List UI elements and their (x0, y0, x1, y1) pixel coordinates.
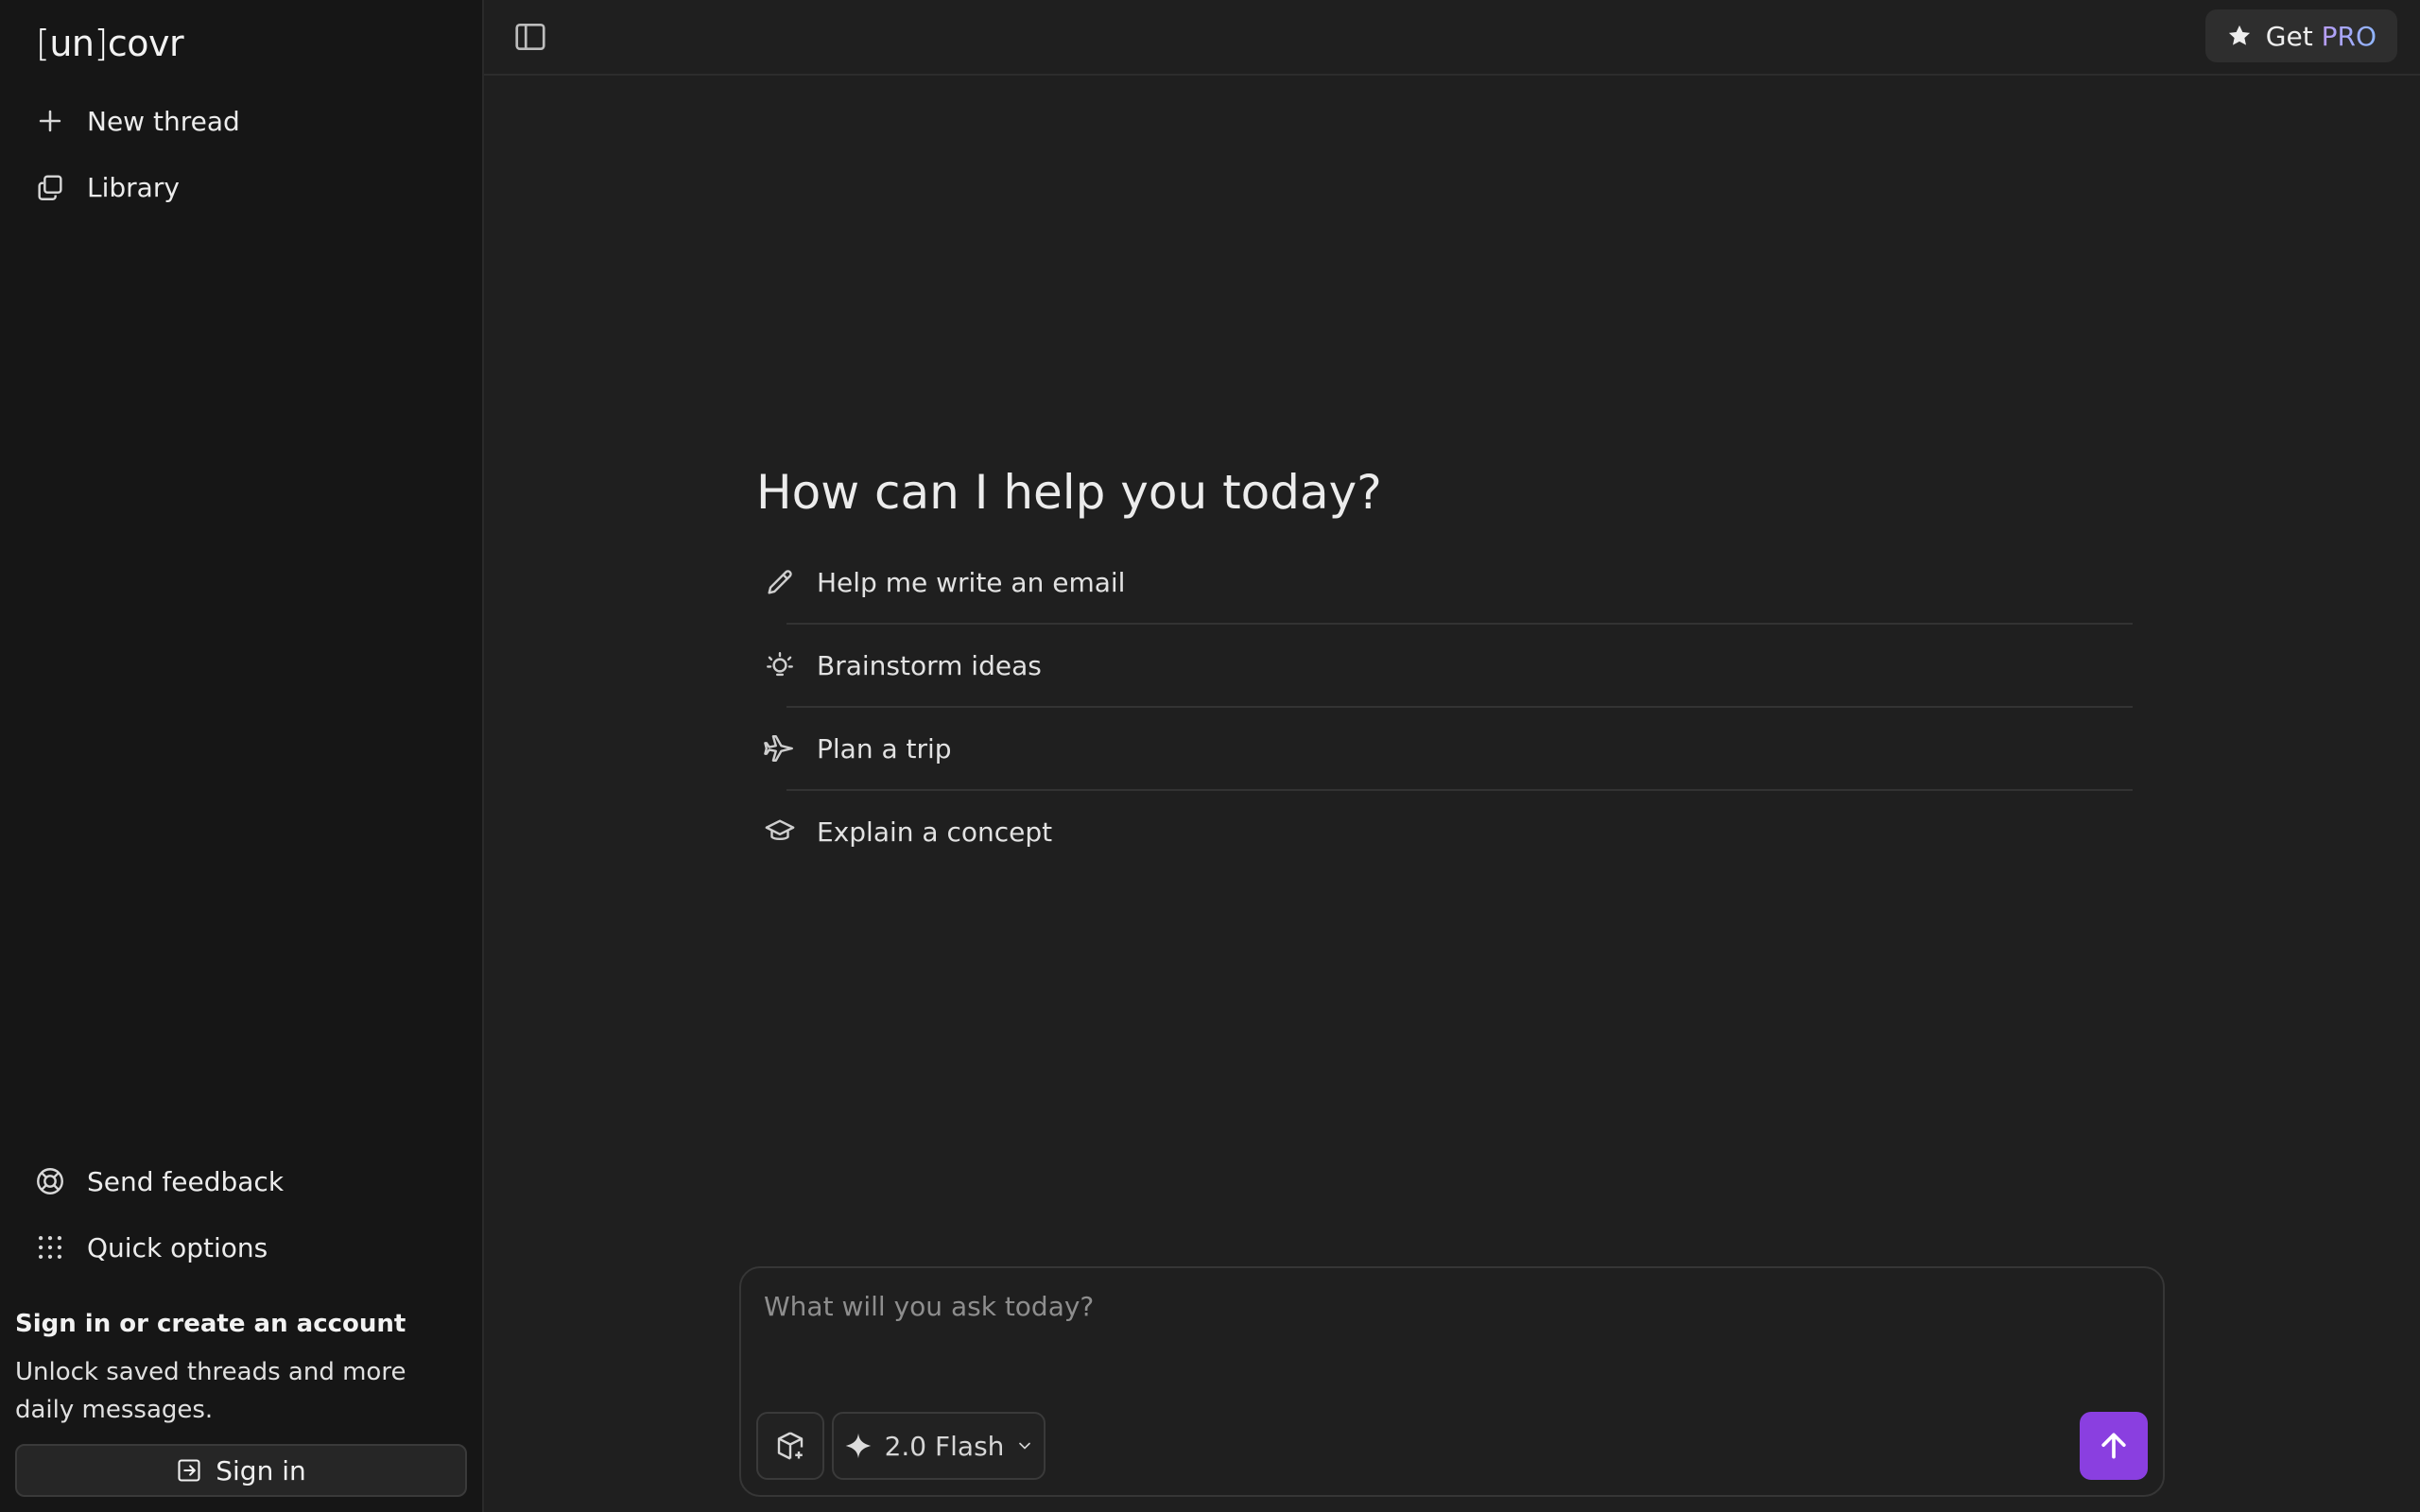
sidebar: [un]covr New thread Library Send feedbac… (0, 0, 484, 1512)
logo-un: un (49, 23, 95, 64)
cube-plus-icon (773, 1429, 807, 1463)
lightbulb-icon (764, 649, 796, 681)
model-selector[interactable]: 2.0 Flash (832, 1412, 1046, 1480)
library-label: Library (87, 171, 180, 203)
get-label: Get (2265, 20, 2313, 52)
suggestion-write-email[interactable]: Help me write an email (756, 541, 2133, 624)
library-icon (34, 171, 66, 203)
sign-in-icon (176, 1457, 202, 1484)
sign-in-label: Sign in (216, 1454, 306, 1486)
plane-icon (764, 732, 796, 765)
send-button[interactable] (2080, 1412, 2148, 1480)
app-logo[interactable]: [un]covr (36, 23, 184, 64)
composer: 2.0 Flash (739, 1266, 2165, 1497)
plus-icon (34, 105, 66, 137)
signin-promo-title: Sign in or create an account (15, 1310, 406, 1338)
new-thread-button[interactable]: New thread (23, 93, 458, 149)
graduation-cap-icon (764, 816, 796, 848)
get-pro-button[interactable]: Get PRO (2204, 9, 2397, 62)
send-feedback-button[interactable]: Send feedback (23, 1153, 458, 1210)
suggestion-label: Brainstorm ideas (817, 649, 1042, 681)
model-label: 2.0 Flash (884, 1430, 1005, 1462)
lifebuoy-icon (34, 1165, 66, 1197)
logo-bracket-open: [ (36, 23, 50, 64)
logo-rest: covr (107, 23, 184, 64)
suggestion-label: Help me write an email (817, 566, 1126, 598)
signin-promo-text: Unlock saved threads and more daily mess… (15, 1358, 406, 1424)
prompt-input[interactable] (762, 1289, 2127, 1397)
grid-dots-icon (34, 1231, 66, 1263)
chevron-down-icon (1015, 1436, 1034, 1455)
suggestion-explain-concept[interactable]: Explain a concept (756, 790, 2133, 873)
sign-in-button[interactable]: Sign in (15, 1444, 467, 1497)
quick-options-button[interactable]: Quick options (23, 1219, 458, 1276)
library-button[interactable]: Library (23, 159, 458, 215)
suggestion-brainstorm[interactable]: Brainstorm ideas (756, 624, 2133, 707)
attach-button[interactable] (756, 1412, 824, 1480)
suggestion-label: Plan a trip (817, 732, 952, 765)
quick-options-label: Quick options (87, 1231, 268, 1263)
sparkle-icon (843, 1431, 873, 1461)
send-feedback-label: Send feedback (87, 1165, 285, 1197)
logo-bracket-close: ] (94, 23, 109, 64)
suggestion-label: Explain a concept (817, 816, 1053, 848)
star-icon (2226, 23, 2253, 49)
arrow-up-icon (2095, 1427, 2133, 1465)
pencil-icon (764, 566, 796, 598)
top-bar: Get PRO (484, 0, 2420, 76)
pro-label: PRO (2321, 20, 2377, 52)
greeting-heading: How can I help you today? (756, 465, 1382, 520)
toggle-sidebar-icon[interactable] (512, 19, 548, 55)
new-thread-label: New thread (87, 105, 240, 137)
suggestion-plan-trip[interactable]: Plan a trip (756, 707, 2133, 790)
